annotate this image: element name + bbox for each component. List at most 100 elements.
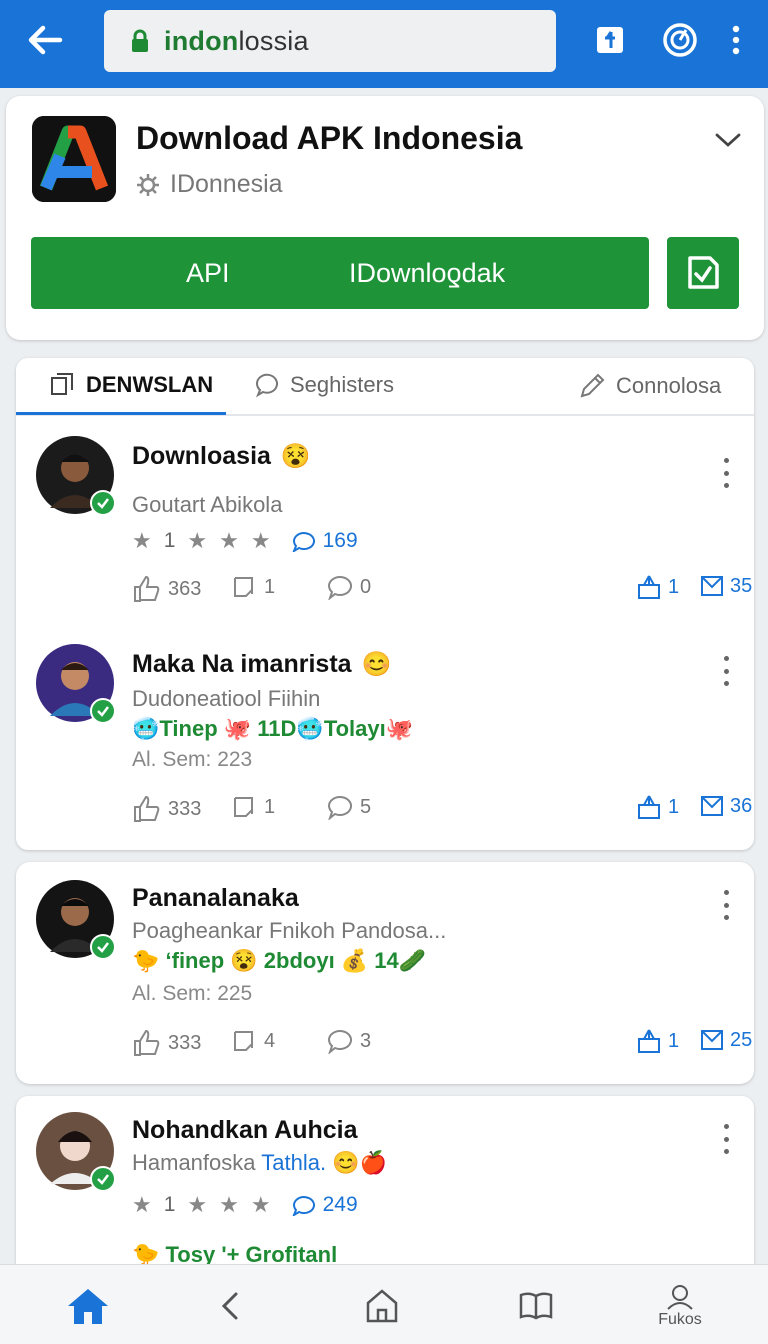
avatar[interactable]: [36, 880, 116, 960]
repost-button[interactable]: 1: [232, 574, 275, 600]
rating-row: ★ 1 ★ ★ ★ 249: [132, 1192, 358, 1217]
save-file-button[interactable]: [667, 237, 739, 309]
star-icon: ★: [187, 1192, 208, 1217]
mail-icon: [701, 1030, 723, 1050]
avatar[interactable]: [36, 644, 116, 724]
speech-icon: [292, 1196, 315, 1216]
post-subtitle: Goutart Abikola: [132, 492, 283, 517]
comment-button[interactable]: 3: [326, 1028, 371, 1054]
post-author[interactable]: Pananalanaka: [132, 884, 299, 913]
post-meta: Al. Sem: 223: [132, 748, 253, 771]
feed-card: DENWSLAN Seghisters Connolosa Downloasia…: [16, 358, 754, 850]
post-author[interactable]: Downloasia 😵: [132, 442, 311, 471]
repost-icon: [234, 797, 253, 817]
more-options-icon[interactable]: [716, 458, 736, 488]
back-chevron-icon[interactable]: [200, 1281, 260, 1331]
tab-connections[interactable]: Connolosa: [578, 372, 721, 400]
post-meta: Al. Sem: 225: [132, 982, 253, 1005]
repost-icon: [234, 1031, 253, 1051]
thumbs-up-icon: [134, 795, 160, 822]
nav-label: Fukos: [658, 1311, 702, 1328]
tab-bar: DENWSLAN Seghisters Connolosa: [16, 358, 754, 416]
mail-icon: [701, 576, 723, 596]
comment-icon: [327, 796, 352, 820]
app-logo: [32, 116, 116, 202]
post-actions: 363 1 0 1 35: [132, 574, 752, 608]
browser-toolbar: indonlossia: [0, 0, 768, 88]
repost-button[interactable]: 4: [232, 1028, 275, 1054]
star-icon: ★: [219, 528, 239, 553]
share-count[interactable]: 249: [291, 1193, 358, 1217]
post-item[interactable]: Pananalanaka Poagheankar Fnikoh Pandosa.…: [16, 862, 754, 1084]
comment-icon: [327, 576, 352, 600]
post-actions: 333 1 5 1 36: [132, 794, 752, 828]
share-count[interactable]: 169: [291, 529, 358, 553]
star-icon: ★: [250, 1192, 271, 1217]
home-icon[interactable]: [58, 1281, 118, 1331]
target-icon[interactable]: [658, 18, 702, 62]
repost-icon: [234, 577, 253, 597]
post-item[interactable]: Maka Na imanrista 😊 Dudoneatiool Fiihin 🥶…: [16, 628, 754, 850]
star-icon: ★: [187, 528, 208, 553]
active-tab-indicator: [16, 412, 226, 415]
rating-row: ★ 1 ★ ★ ★ 169: [132, 528, 358, 553]
more-menu-icon[interactable]: [714, 18, 758, 62]
app-header-card: Download APK Indonesia IDonnesia API IDo…: [6, 96, 764, 340]
book-icon[interactable]: [506, 1281, 566, 1331]
verified-icon: [90, 698, 116, 724]
post-card: Pananalanaka Poagheankar Fnikoh Pandosa.…: [16, 862, 754, 1084]
pencil-icon: [580, 373, 605, 398]
post-author[interactable]: Maka Na imanrista 😊: [132, 650, 391, 679]
download-button[interactable]: API IDownloƍdak: [31, 237, 649, 309]
post-item[interactable]: Downloasia 😵 Goutart Abikola ★ 1 ★ ★ ★ 169…: [16, 416, 754, 636]
mail-icon: [701, 796, 723, 816]
tab-registers[interactable]: Seghisters: [254, 372, 394, 398]
file-check-icon: [688, 256, 719, 289]
upload-icon: [638, 1029, 660, 1053]
upvote-button[interactable]: 1: [636, 794, 679, 820]
like-button[interactable]: 333: [132, 1028, 201, 1058]
star-icon: ★: [132, 528, 152, 553]
post-actions: 333 4 3 1 25: [132, 1028, 752, 1062]
post-author[interactable]: Nohandkan Auhcia: [132, 1116, 358, 1145]
upload-icon: [638, 575, 660, 599]
smile-emoji-icon: 😊: [361, 651, 392, 678]
thumbs-up-icon: [134, 575, 160, 602]
avatar[interactable]: [36, 436, 116, 516]
upvote-button[interactable]: 1: [636, 574, 679, 600]
like-button[interactable]: 363: [132, 574, 201, 604]
repost-button[interactable]: 1: [232, 794, 275, 820]
more-options-icon[interactable]: [716, 1124, 736, 1154]
verified-icon: [90, 490, 116, 516]
avatar[interactable]: [36, 1112, 116, 1192]
lock-icon: [132, 29, 148, 52]
verified-icon: [90, 934, 116, 960]
comment-button[interactable]: 0: [326, 574, 371, 600]
message-button[interactable]: 25: [700, 1028, 752, 1052]
star-icon: ★: [250, 528, 271, 553]
url-text: indonlossia: [164, 25, 309, 56]
profile-tab[interactable]: Fukos: [650, 1281, 710, 1331]
comment-icon: [327, 1030, 352, 1054]
address-bar[interactable]: indonlossia: [104, 10, 556, 72]
user-icon: [667, 1285, 693, 1310]
app-subtitle: IDonnesia: [136, 170, 283, 199]
tabs-icon[interactable]: [588, 18, 632, 62]
message-button[interactable]: 35: [700, 574, 752, 598]
message-button[interactable]: 36: [700, 794, 752, 818]
chevron-down-icon[interactable]: [714, 130, 742, 150]
thumbs-up-icon: [134, 1029, 160, 1056]
gear-icon: [137, 173, 159, 196]
more-options-icon[interactable]: [716, 890, 736, 920]
speech-icon: [292, 532, 315, 552]
star-icon: ★: [132, 1192, 152, 1217]
upvote-button[interactable]: 1: [636, 1028, 679, 1054]
home-outline-icon[interactable]: [352, 1281, 412, 1331]
more-options-icon[interactable]: [716, 656, 736, 686]
back-arrow-icon[interactable]: [22, 20, 68, 60]
app-title: Download APK Indonesia: [136, 120, 523, 156]
tab-downloads[interactable]: DENWSLAN: [50, 372, 213, 398]
comment-button[interactable]: 5: [326, 794, 371, 820]
like-button[interactable]: 333: [132, 794, 201, 824]
emoji-icon: 😊🍎: [332, 1150, 387, 1175]
